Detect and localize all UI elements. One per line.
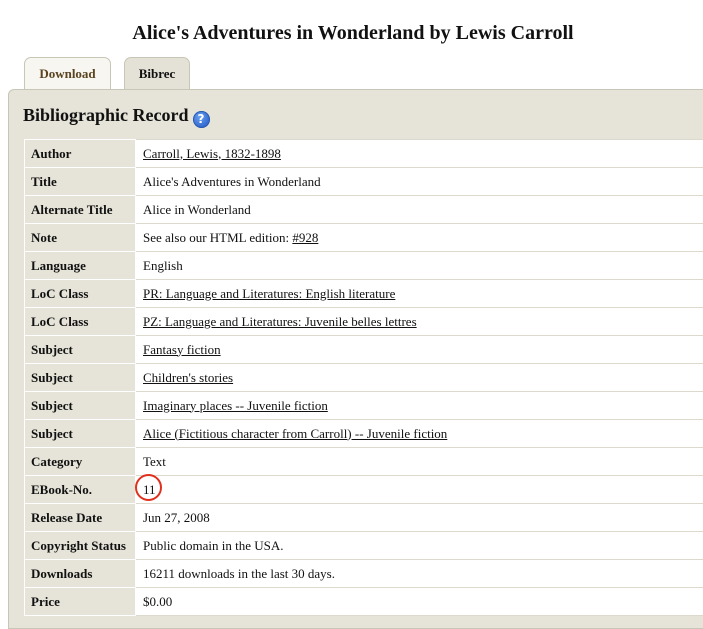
row-label: Subject <box>25 364 136 392</box>
row-label: Title <box>25 168 136 196</box>
row-value: PR: Language and Literatures: English li… <box>136 280 703 308</box>
subject-link[interactable]: Alice (Fictitious character from Carroll… <box>143 426 447 441</box>
table-row: LoC Class PR: Language and Literatures: … <box>25 280 703 308</box>
row-value: $0.00 <box>136 588 703 616</box>
loc-class-link[interactable]: PZ: Language and Literatures: Juvenile b… <box>143 314 417 329</box>
table-row: Subject Alice (Fictitious character from… <box>25 420 703 448</box>
note-text: See also our HTML edition: <box>143 230 292 245</box>
row-label: EBook-No. <box>25 476 136 504</box>
table-row: Subject Imaginary places -- Juvenile fic… <box>25 392 703 420</box>
row-label: Subject <box>25 336 136 364</box>
row-value: Alice in Wonderland <box>136 196 703 224</box>
row-label: Release Date <box>25 504 136 532</box>
table-row: Downloads 16211 downloads in the last 30… <box>25 560 703 588</box>
table-row: Subject Fantasy fiction <box>25 336 703 364</box>
row-value: Public domain in the USA. <box>136 532 703 560</box>
row-label: Language <box>25 252 136 280</box>
row-label: Downloads <box>25 560 136 588</box>
row-value: Alice's Adventures in Wonderland <box>136 168 703 196</box>
subject-link[interactable]: Fantasy fiction <box>143 342 221 357</box>
row-value: Children's stories <box>136 364 703 392</box>
row-value: 16211 downloads in the last 30 days. <box>136 560 703 588</box>
table-row: Title Alice's Adventures in Wonderland <box>25 168 703 196</box>
tab-bibrec[interactable]: Bibrec <box>124 57 190 90</box>
row-value: Fantasy fiction <box>136 336 703 364</box>
row-value: Alice (Fictitious character from Carroll… <box>136 420 703 448</box>
table-row: Category Text <box>25 448 703 476</box>
row-value: PZ: Language and Literatures: Juvenile b… <box>136 308 703 336</box>
table-row: Release Date Jun 27, 2008 <box>25 504 703 532</box>
question-mark-icon[interactable]: ? <box>193 111 210 128</box>
table-row: EBook-No. 11 <box>25 476 703 504</box>
table-row: Copyright Status Public domain in the US… <box>25 532 703 560</box>
table-row: Note See also our HTML edition: #928 <box>25 224 703 252</box>
row-value: English <box>136 252 703 280</box>
row-value: See also our HTML edition: #928 <box>136 224 703 252</box>
row-value: Text <box>136 448 703 476</box>
author-link[interactable]: Carroll, Lewis, 1832-1898 <box>143 146 281 161</box>
row-label: Note <box>25 224 136 252</box>
ebook-number-value: 11 <box>136 476 703 504</box>
row-label: Category <box>25 448 136 476</box>
row-label: Author <box>25 140 136 168</box>
bibliographic-record-table: Author Carroll, Lewis, 1832-1898 Title A… <box>24 139 703 616</box>
table-row: LoC Class PZ: Language and Literatures: … <box>25 308 703 336</box>
subject-link[interactable]: Imaginary places -- Juvenile fiction <box>143 398 328 413</box>
bibrec-panel: Bibliographic Record? Author Carroll, Le… <box>8 89 703 629</box>
row-label: Price <box>25 588 136 616</box>
table-row: Price $0.00 <box>25 588 703 616</box>
section-heading-text: Bibliographic Record <box>23 105 189 125</box>
row-label: Copyright Status <box>25 532 136 560</box>
table-row: Author Carroll, Lewis, 1832-1898 <box>25 140 703 168</box>
html-edition-link[interactable]: #928 <box>292 230 318 245</box>
section-heading: Bibliographic Record? <box>23 103 210 128</box>
subject-link[interactable]: Children's stories <box>143 370 233 385</box>
row-label: LoC Class <box>25 308 136 336</box>
row-value: Carroll, Lewis, 1832-1898 <box>136 140 703 168</box>
loc-class-link[interactable]: PR: Language and Literatures: English li… <box>143 286 395 301</box>
page-title: Alice's Adventures in Wonderland by Lewi… <box>0 19 703 47</box>
row-label: Alternate Title <box>25 196 136 224</box>
row-label: Subject <box>25 420 136 448</box>
row-label: LoC Class <box>25 280 136 308</box>
row-value: Jun 27, 2008 <box>136 504 703 532</box>
table-row: Subject Children's stories <box>25 364 703 392</box>
tab-download[interactable]: Download <box>24 57 111 89</box>
table-row: Language English <box>25 252 703 280</box>
row-value: Imaginary places -- Juvenile fiction <box>136 392 703 420</box>
table-row: Alternate Title Alice in Wonderland <box>25 196 703 224</box>
row-label: Subject <box>25 392 136 420</box>
